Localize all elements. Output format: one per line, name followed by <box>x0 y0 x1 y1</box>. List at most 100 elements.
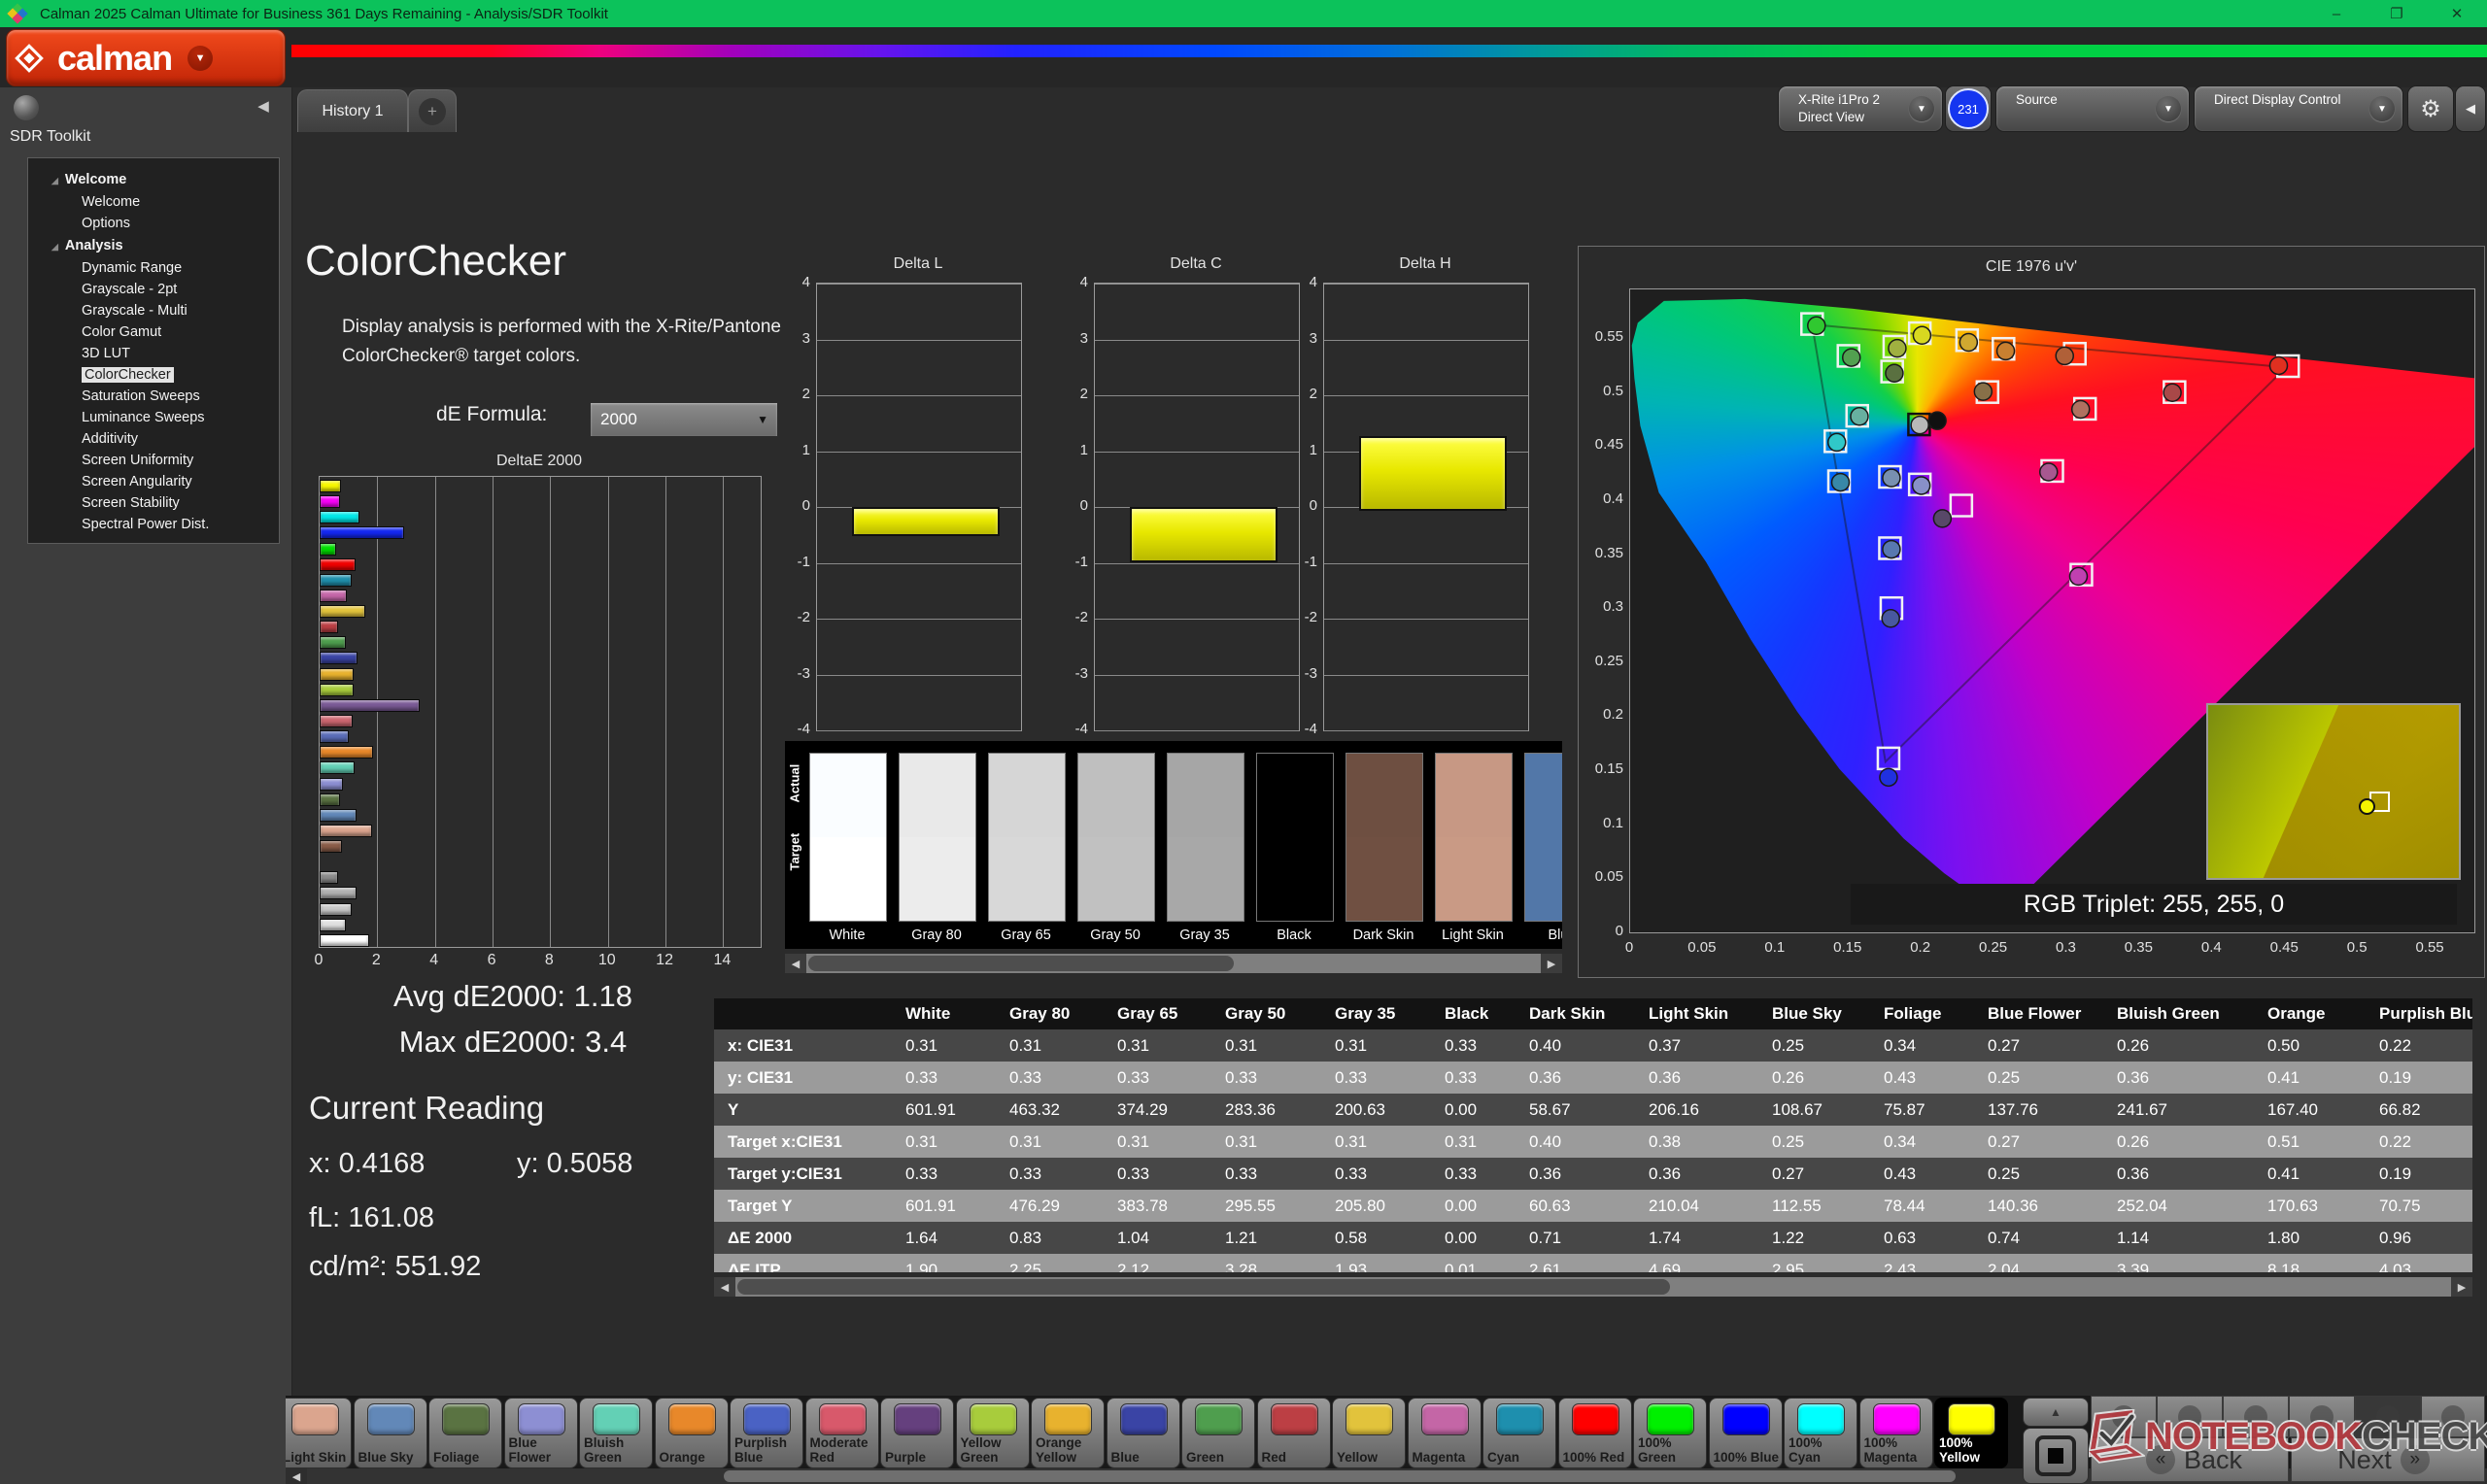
next-button[interactable]: Next » <box>2291 1437 2485 1482</box>
patch-button-blue[interactable]: Blue <box>1106 1398 1180 1468</box>
scroll-right-icon[interactable]: ▶ <box>1541 954 1562 973</box>
patch-button-orange[interactable]: Orange <box>654 1398 729 1468</box>
patch-button-cyan[interactable]: Cyan <box>1482 1398 1556 1468</box>
patch-button-100-yellow[interactable]: 100% Yellow <box>1934 1398 2008 1468</box>
sidebar-item-colorchecker[interactable]: ColorChecker <box>28 364 279 386</box>
calman-logo-button[interactable]: calman ▼ <box>6 29 286 86</box>
table-cell: 0.63 <box>1870 1222 1974 1254</box>
toolbar-button-1[interactable] <box>2091 1396 2157 1437</box>
gridline <box>817 395 1021 396</box>
sidebar-item-luminance-sweeps[interactable]: Luminance Sweeps <box>28 407 279 428</box>
scroll-left-icon[interactable]: ◀ <box>785 954 806 973</box>
patch-button-foliage[interactable]: Foliage <box>428 1398 502 1468</box>
sidebar-item-3d-lut[interactable]: 3D LUT <box>28 343 279 364</box>
add-tab-button[interactable]: + <box>408 89 457 132</box>
minimize-button[interactable]: – <box>2306 0 2367 27</box>
source-dropdown[interactable]: Source ▼ <box>1995 85 2190 132</box>
toolbar-button-5[interactable] <box>2355 1396 2421 1437</box>
toolbar-button-6[interactable] <box>2421 1396 2485 1437</box>
table-scrollbar[interactable]: ◀ ▶ <box>714 1277 2472 1297</box>
current-fl: fL: 161.08 <box>309 1202 435 1233</box>
tab-history-1[interactable]: History 1 <box>297 89 408 132</box>
patch-button-100-green[interactable]: 100% Green <box>1633 1398 1707 1468</box>
de-bar-red <box>320 621 338 634</box>
scrollbar-thumb[interactable] <box>724 1470 1956 1482</box>
patch-button-100-magenta[interactable]: 100% Magenta <box>1858 1398 1933 1468</box>
sidebar-item-dynamic-range[interactable]: Dynamic Range <box>28 257 279 279</box>
gridline <box>817 619 1021 620</box>
sidebar: ◀ SDR Toolkit ◢ Welcome Welcome Options ◢ Ana… <box>0 87 292 1484</box>
panel-collapse-button[interactable]: ◀ <box>2455 85 2486 132</box>
de-formula-select[interactable]: 2000 ▼ <box>590 402 778 437</box>
table-cell: 0.31 <box>1431 1126 1516 1158</box>
scroll-right-icon[interactable]: ▶ <box>2451 1277 2472 1297</box>
patch-button-100-cyan[interactable]: 100% Cyan <box>1784 1398 1857 1468</box>
sidebar-item-saturation-sweeps[interactable]: Saturation Sweeps <box>28 386 279 407</box>
patch-button-blue-flower[interactable]: Blue Flower <box>503 1398 578 1468</box>
sidebar-item-screen-stability[interactable]: Screen Stability <box>28 492 279 514</box>
patch-button-blue-sky[interactable]: Blue Sky <box>353 1398 427 1468</box>
expander-icon[interactable]: ◢ <box>51 242 58 252</box>
back-label: Back <box>2183 1444 2243 1474</box>
sidebar-collapse-icon[interactable]: ◀ <box>251 93 276 118</box>
sidebar-item-screen-uniformity[interactable]: Screen Uniformity <box>28 450 279 471</box>
patch-button-yellow[interactable]: Yellow <box>1332 1398 1406 1468</box>
sidebar-item-screen-angularity[interactable]: Screen Angularity <box>28 471 279 492</box>
scroll-left-icon[interactable]: ◀ <box>286 1468 307 1484</box>
de-bar-blue-sky <box>320 808 358 822</box>
patch-button-magenta[interactable]: Magenta <box>1407 1398 1482 1468</box>
logo-dropdown-icon[interactable]: ▼ <box>187 45 214 71</box>
tree-section-analysis[interactable]: ◢ Analysis <box>28 234 279 257</box>
table-cell: 0.41 <box>2254 1158 2366 1190</box>
cie-y-tick: 0.3 <box>1603 598 1623 616</box>
patch-button-purple[interactable]: Purple <box>880 1398 954 1468</box>
table-cell: 75.87 <box>1870 1094 1974 1126</box>
y-tick-label: 1 <box>801 441 810 458</box>
patch-button-purplish-blue[interactable]: Purplish Blue <box>730 1398 803 1468</box>
tab-history-label: History 1 <box>322 102 384 119</box>
settings-button[interactable]: ⚙ <box>2407 85 2454 132</box>
toolbar-button-4[interactable] <box>2289 1396 2355 1437</box>
patch-button-bluish-green[interactable]: Bluish Green <box>579 1398 653 1468</box>
swatch-strip-scrollbar[interactable]: ◀ ▶ <box>785 954 1562 973</box>
sidebar-item-options[interactable]: Options <box>28 213 279 234</box>
workflow-tree: ◢ Welcome Welcome Options ◢ Analysis Dynamic R… <box>27 157 280 544</box>
scrollbar-thumb[interactable] <box>808 956 1234 971</box>
title-bar: Calman 2025 Calman Ultimate for Business… <box>0 0 2487 27</box>
toolbar-button-3[interactable] <box>2223 1396 2289 1437</box>
expander-icon[interactable]: ◢ <box>51 176 58 186</box>
patch-button-yellow-green[interactable]: Yellow Green <box>955 1398 1030 1468</box>
cie-x-tick: 0.35 <box>2124 939 2153 956</box>
collapse-up-button[interactable]: ▲ <box>2023 1398 2089 1427</box>
patch-button-100-blue[interactable]: 100% Blue <box>1708 1398 1783 1468</box>
sidebar-orb-button[interactable] <box>14 95 39 120</box>
scroll-left-icon[interactable]: ◀ <box>714 1277 735 1297</box>
sidebar-item-welcome[interactable]: Welcome <box>28 191 279 213</box>
gridline <box>1324 339 1528 341</box>
sidebar-item-color-gamut[interactable]: Color Gamut <box>28 321 279 343</box>
table-cell: 0.00 <box>1431 1094 1516 1126</box>
tree-section-welcome[interactable]: ◢ Welcome <box>28 168 279 191</box>
display-control-dropdown[interactable]: Direct Display Control ▼ <box>2194 85 2403 132</box>
sidebar-item-spectral-power-dist-[interactable]: Spectral Power Dist. <box>28 514 279 535</box>
sidebar-item-additivity[interactable]: Additivity <box>28 428 279 450</box>
sidebar-item-grayscale-2pt[interactable]: Grayscale - 2pt <box>28 279 279 300</box>
patch-button-100-red[interactable]: 100% Red <box>1557 1398 1632 1468</box>
calman-logo-text: calman <box>57 37 173 78</box>
patch-button-orange-yellow[interactable]: Orange Yellow <box>1031 1398 1105 1468</box>
patch-button-red[interactable]: Red <box>1256 1398 1331 1468</box>
cie-x-tick: 0.5 <box>2346 939 2368 956</box>
restore-button[interactable]: ❐ <box>2367 0 2427 27</box>
scrollbar-thumb[interactable] <box>737 1279 1670 1295</box>
close-button[interactable]: ✕ <box>2427 0 2487 27</box>
meter-dropdown[interactable]: X-Rite i1Pro 2 Direct View ▼ <box>1778 85 1943 132</box>
stop-button[interactable] <box>2023 1428 2089 1484</box>
toolbar-button-2[interactable] <box>2157 1396 2223 1437</box>
back-button[interactable]: « Back <box>2091 1437 2289 1482</box>
patch-button-green[interactable]: Green <box>1181 1398 1255 1468</box>
patch-button-light-skin[interactable]: Light Skin <box>286 1398 352 1468</box>
patch-label: Yellow Green <box>960 1435 1002 1465</box>
patch-button-moderate-red[interactable]: Moderate Red <box>804 1398 879 1468</box>
meter-badge-button[interactable]: 231 <box>1945 85 1992 132</box>
sidebar-item-grayscale-multi[interactable]: Grayscale - Multi <box>28 300 279 321</box>
